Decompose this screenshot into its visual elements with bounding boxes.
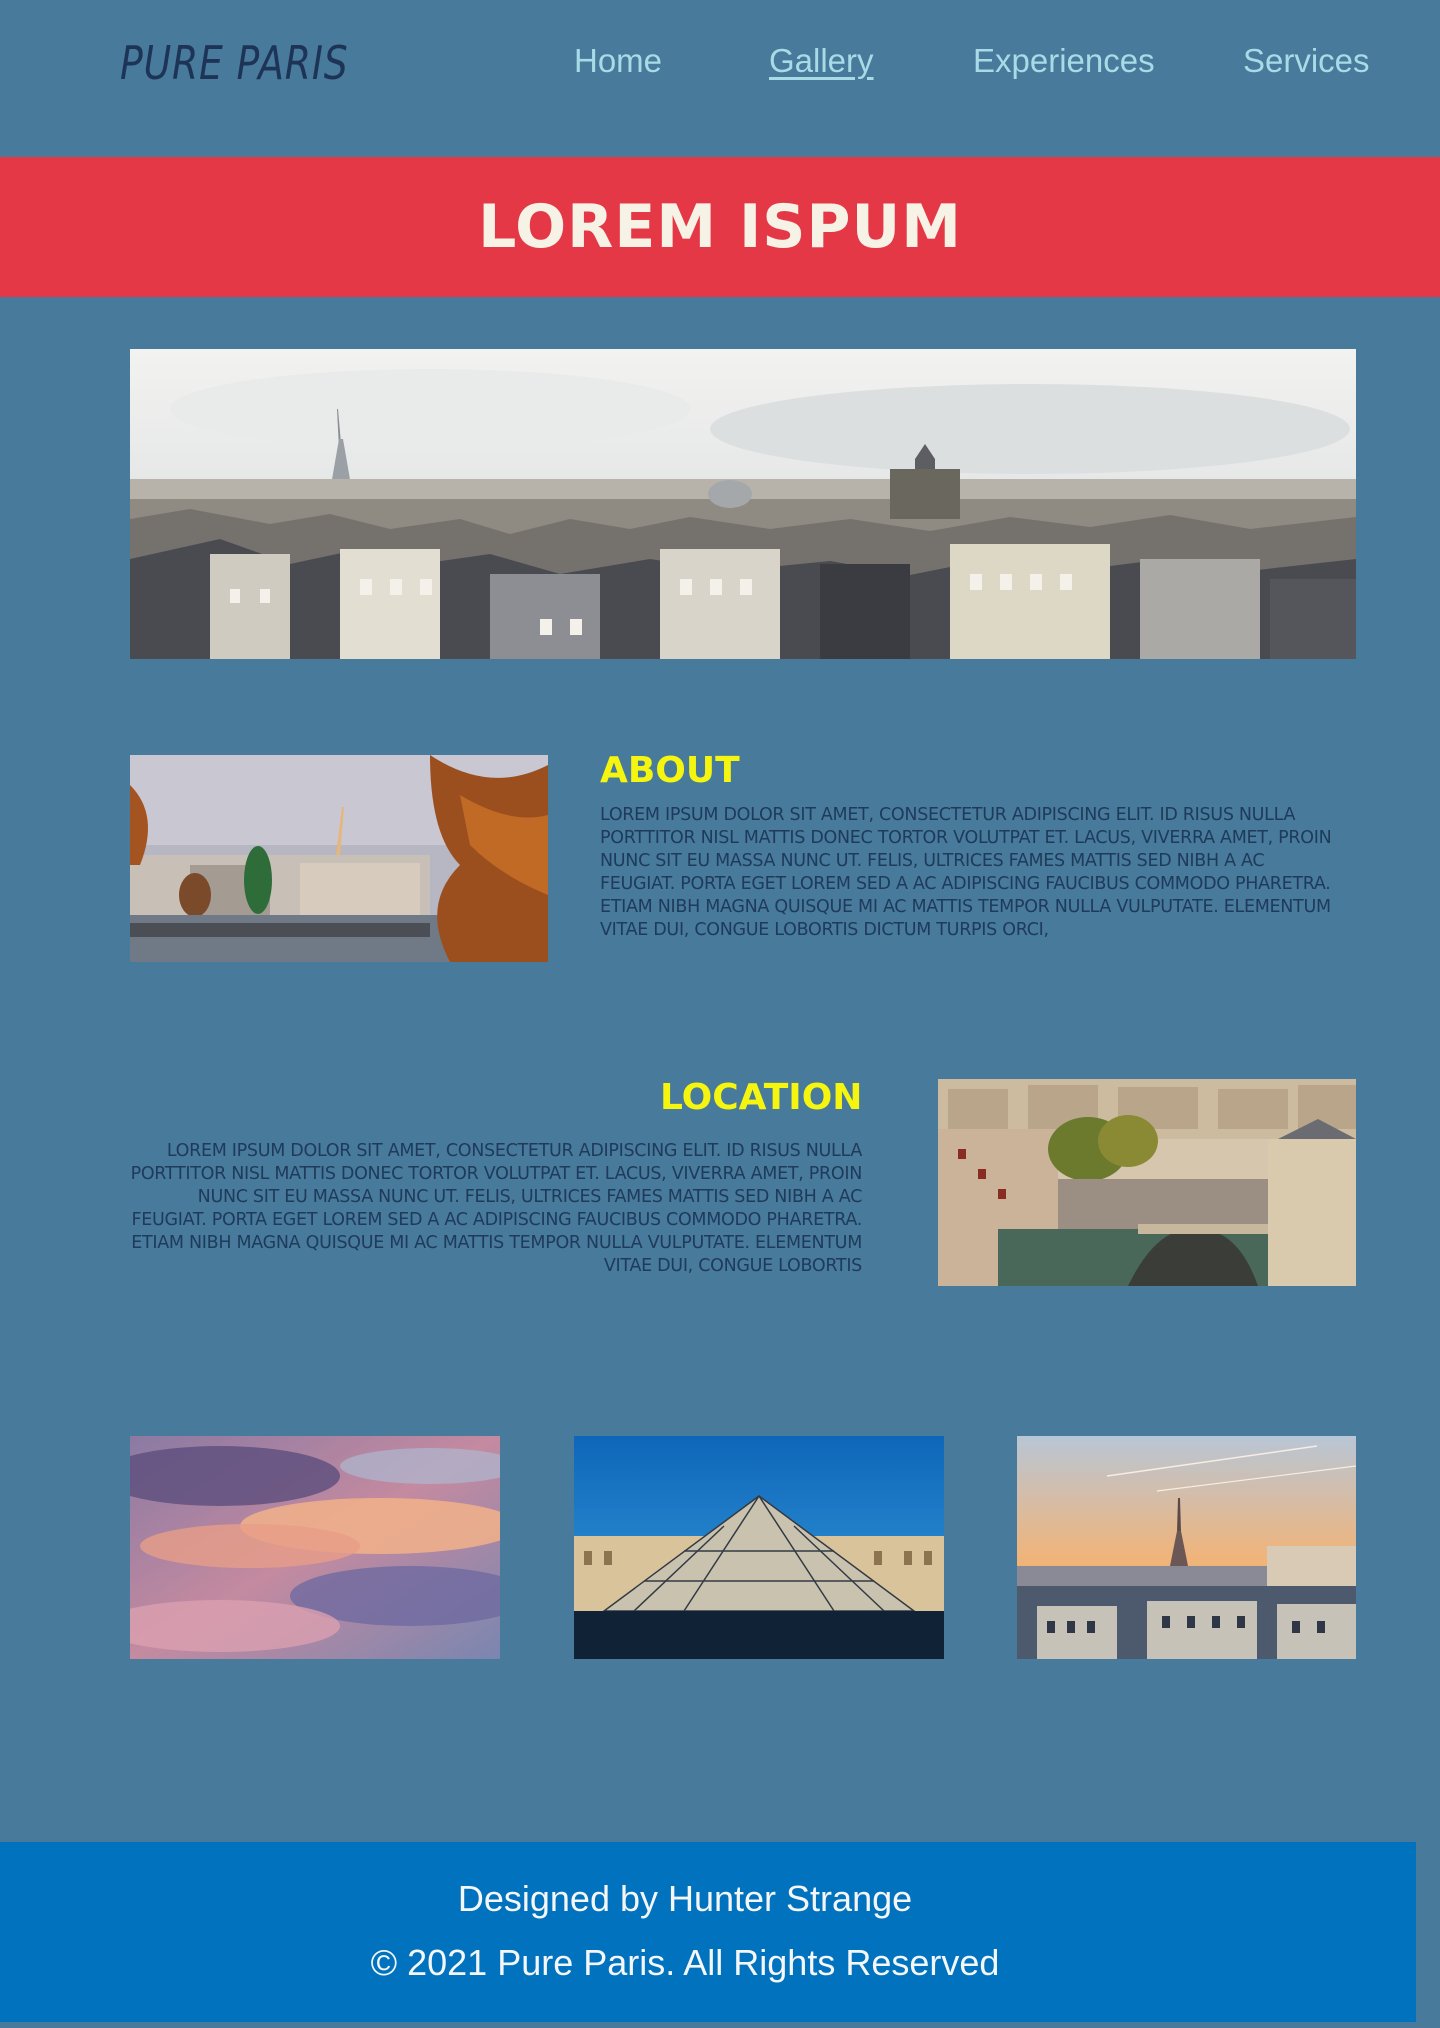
location-image xyxy=(938,1079,1356,1286)
nav-link-services[interactable]: Services xyxy=(1243,42,1370,80)
louvre-pyramid-image[interactable] xyxy=(574,1436,944,1659)
location-text: LOREM IPSUM DOLOR SIT AMET, CONSECTETUR … xyxy=(130,1141,863,1276)
nav-link-home[interactable]: Home xyxy=(574,42,662,80)
banner-title: LOREM ISPUM xyxy=(478,192,962,262)
about-title: ABOUT xyxy=(600,750,740,791)
footer-credit: Designed by Hunter Strange xyxy=(457,1878,913,1919)
paris-rooftops-panorama-image xyxy=(130,349,1356,659)
hero-banner: LOREM ISPUM xyxy=(0,157,1440,297)
about-image xyxy=(130,755,548,962)
nav-link-experiences[interactable]: Experiences xyxy=(973,42,1155,80)
location-title: LOCATION xyxy=(660,1077,863,1118)
nav-link-gallery[interactable]: Gallery xyxy=(769,42,874,80)
sunset-clouds-image[interactable] xyxy=(130,1436,500,1659)
footer-copyright: © 2021 Pure Paris. All Rights Reserved xyxy=(370,1942,1000,1983)
site-header: PURE PARIS Home Gallery Experiences Serv… xyxy=(0,0,1440,157)
eiffel-sunset-image[interactable] xyxy=(1017,1436,1356,1659)
site-logo[interactable]: PURE PARIS xyxy=(120,36,349,90)
about-text: LOREM IPSUM DOLOR SIT AMET, CONSECTETUR … xyxy=(600,805,1332,940)
site-footer: Designed by Hunter Strange © 2021 Pure P… xyxy=(0,1842,1416,2022)
